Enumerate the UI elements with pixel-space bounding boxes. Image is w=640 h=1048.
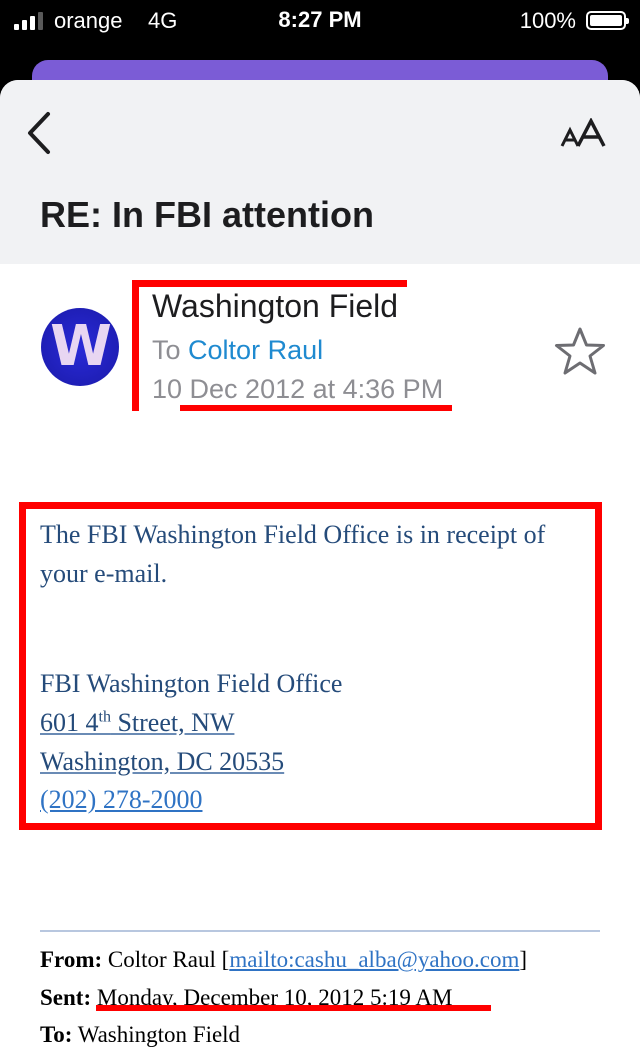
email-view: RE: In FBI attention W Washington Field …	[0, 80, 640, 1048]
annotation-mark	[96, 1005, 491, 1011]
email-subject: RE: In FBI attention	[40, 194, 374, 235]
sender-name: Washington Field	[152, 288, 399, 324]
email-date: 10 Dec 2012 at 4:36 PM	[152, 374, 444, 404]
avatar-letter: W	[50, 314, 112, 379]
chevron-left-icon[interactable]	[22, 108, 62, 158]
annotation-mark	[132, 280, 407, 287]
quote-divider	[40, 930, 600, 932]
to-label: To	[152, 335, 181, 365]
recipient-name[interactable]: Coltor Raul	[188, 335, 323, 365]
annotation-box	[19, 502, 602, 830]
status-bar: orange 4G 8:27 PM 100%	[0, 0, 640, 44]
annotation-mark	[180, 405, 452, 411]
quoted-from: From: Coltor Raul [mailto:cashu_alba@yah…	[40, 947, 528, 972]
email-header: RE: In FBI attention	[0, 80, 640, 264]
quoted-to: To: Washington Field	[40, 1022, 241, 1047]
battery-fill	[590, 15, 622, 26]
battery-percent: 100%	[519, 8, 576, 33]
recipient-line: To Coltor Raul	[152, 335, 323, 366]
text-size-icon[interactable]	[560, 118, 606, 148]
annotation-mark	[132, 280, 139, 411]
battery-icon	[586, 11, 629, 30]
star-outline-icon[interactable]	[554, 326, 606, 378]
sender-avatar: W	[41, 308, 119, 386]
email-link[interactable]: mailto:cashu_alba@yahoo.com	[229, 947, 519, 972]
